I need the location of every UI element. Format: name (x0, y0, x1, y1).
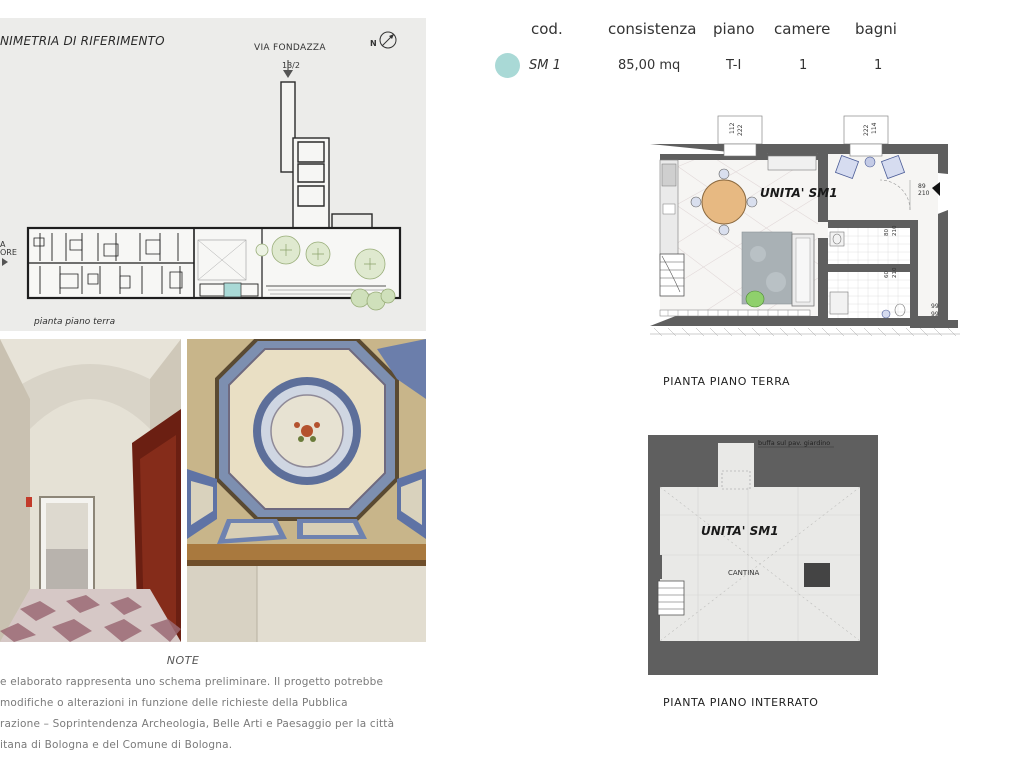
header-consistenza: consistenza (608, 20, 697, 38)
note-line-4: itana di Bologna e del Comune di Bologna… (0, 739, 233, 751)
header-cod: cod. (531, 20, 563, 38)
header-piano: piano (713, 20, 755, 38)
dim-label: 80 (884, 229, 890, 236)
unit-color-swatch (495, 53, 520, 78)
entrance-arrow-icon (283, 60, 293, 78)
highlighted-unit (223, 282, 242, 298)
site-plan-panel: NIMETRIA DI RIFERIMENTO VIA FONDAZZA 13/… (0, 18, 426, 331)
note-line-3: razione – Soprintendenza Archeologia, Be… (0, 718, 395, 730)
dim-label: 222 (863, 124, 870, 136)
basement-unit-label: UNITA' SM1 (701, 524, 779, 538)
cell-cod: SM 1 (529, 58, 561, 73)
basement-note: buffa sul pav. giardino (758, 439, 830, 447)
basement-room-label: CANTINA (728, 569, 759, 577)
photo-hallway (0, 339, 181, 642)
dim-label: 222 (737, 124, 744, 136)
notes-title: NOTE (166, 654, 200, 667)
cell-camere: 1 (799, 58, 808, 73)
side-arrow-icon (2, 258, 8, 266)
dim-label: 210 (918, 190, 930, 197)
dim-label: 99 (931, 303, 939, 310)
dim-label: 210 (892, 225, 898, 236)
cell-piano: T-I (726, 58, 742, 73)
note-line-1: e elaborato rappresenta uno schema preli… (0, 676, 384, 688)
ground-floor-plan: 112 222 114 222 89 210 80 210 60 210 99 … (648, 114, 960, 359)
site-plan-caption: pianta piano terra (34, 317, 116, 327)
dim-label: 99 (931, 311, 939, 318)
dim-label: 60 (884, 271, 890, 278)
note-line-2: modifiche o alterazioni in funzione dell… (0, 697, 348, 709)
site-plan-drawing (2, 31, 402, 311)
photo-frescoed-ceiling (187, 339, 426, 642)
dim-label: 89 (918, 183, 926, 190)
dim-label: 112 (729, 122, 736, 134)
ground-floor-caption: PIANTA PIANO TERRA (663, 375, 791, 388)
header-camere: camere (774, 20, 831, 38)
dim-label: 210 (892, 267, 898, 278)
header-bagni: bagni (855, 20, 897, 38)
basement-caption: PIANTA PIANO INTERRATO (663, 696, 819, 709)
cell-consistenza: 85,00 mq (618, 58, 681, 73)
north-arrow-icon (379, 31, 397, 49)
ground-unit-label: UNITA' SM1 (760, 186, 838, 200)
dim-label: 114 (871, 122, 878, 134)
basement-plan: buffa sul pav. giardino UNITA' SM1 CANTI… (648, 435, 878, 675)
cell-bagni: 1 (874, 58, 883, 73)
